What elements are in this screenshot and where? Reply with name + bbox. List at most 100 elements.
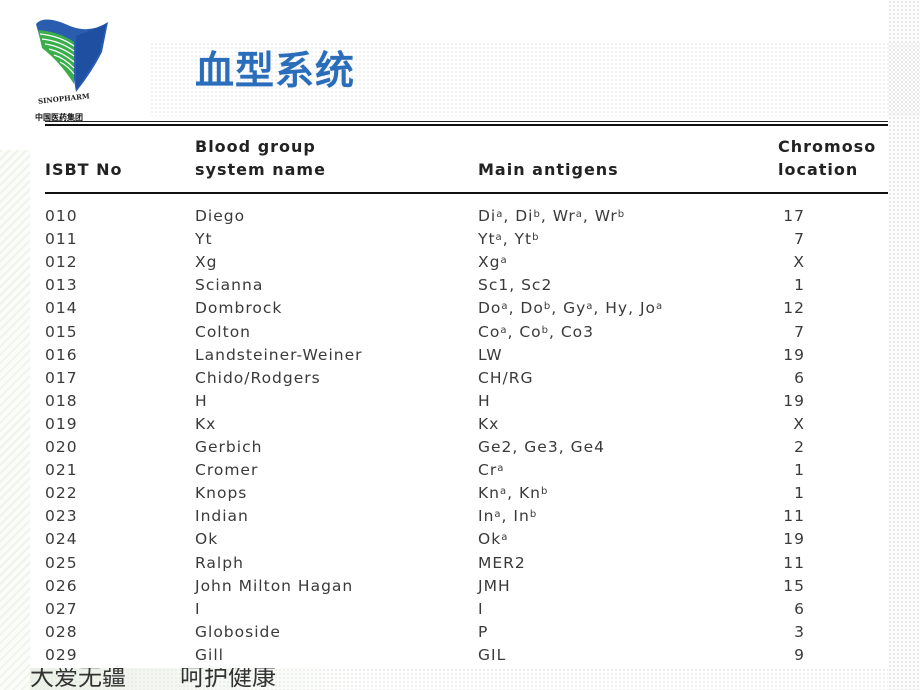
antigen-superscript: b [617, 209, 626, 220]
chromosome-location-cell: X [793, 253, 805, 272]
column-header-main-antigens: Main antigens [478, 160, 619, 179]
table-row: 028 Globoside P 3 [30, 621, 888, 644]
isbt-number-cell: 015 [45, 322, 78, 341]
antigen: LW [478, 345, 503, 364]
isbt-number-cell: 026 [45, 576, 78, 595]
antigen: Xg [478, 253, 501, 272]
antigen: Wr [552, 207, 576, 225]
system-name-cell: I [195, 599, 201, 618]
antigen: Yt [478, 230, 496, 249]
table-row: 016 Landsteiner-Weiner LW 19 [30, 344, 888, 367]
table-row: 014 Dombrock Doa, Dob, Gya, Hy, Joa 12 [30, 297, 888, 320]
antigen: Co [478, 322, 501, 341]
isbt-number-cell: 010 [45, 207, 78, 225]
table-row: 022 Knops Kna, Knb 1 [30, 482, 888, 505]
table-row: 017 Chido/Rodgers CH/RG 6 [30, 367, 888, 390]
main-antigens-cell: Dia, Dib, Wra, Wrb [478, 207, 626, 225]
antigen-superscript: a [500, 486, 508, 498]
table-row: 012 Xg Xga X [30, 251, 888, 274]
isbt-number-cell: 014 [45, 299, 78, 318]
isbt-number-cell: 016 [45, 345, 78, 364]
antigen-superscript: a [586, 301, 594, 313]
main-antigens-cell: P [478, 621, 488, 644]
antigen: CH/RG [478, 368, 534, 387]
isbt-number-cell: 012 [45, 253, 78, 272]
antigen: Sc1 [478, 276, 510, 295]
antigen: GIL [478, 645, 507, 664]
antigen: Ge4 [570, 438, 605, 456]
antigen: Jo [639, 299, 656, 318]
chromosome-location-cell: 19 [783, 345, 805, 364]
chromosome-location-cell: 1 [794, 276, 805, 295]
chromosome-location-cell: 11 [783, 553, 805, 572]
main-antigens-cell: Doa, Dob, Gya, Hy, Joa [478, 299, 664, 318]
antigen: P [478, 622, 489, 641]
table-row: 019 Kx Kx X [30, 413, 888, 436]
table-row: 024 Ok Oka 19 [30, 528, 888, 551]
chromosome-location-cell: 6 [794, 368, 805, 387]
system-name-cell: Indian [195, 507, 249, 526]
column-header-name-line1: Blood group [195, 137, 316, 156]
chromosome-location-cell: X [793, 414, 805, 433]
antigen: Gy [563, 299, 587, 318]
blood-group-table: ISBT No Blood group system name Main ant… [30, 122, 888, 668]
table-top-rule [45, 124, 888, 126]
column-header-name-line2: system name [195, 160, 326, 179]
antigen-superscript: a [495, 232, 503, 244]
antigen-superscript: a [501, 532, 509, 544]
isbt-number-cell: 011 [45, 230, 78, 249]
system-name-cell: John Milton Hagan [195, 576, 354, 595]
antigen-superscript: b [541, 324, 549, 336]
main-antigens-cell: LW [478, 344, 503, 367]
system-name-cell: Landsteiner-Weiner [195, 345, 363, 364]
isbt-number-cell: 020 [45, 438, 78, 456]
sinopharm-logo-icon [36, 19, 108, 93]
table-row: 013 Scianna Sc1, Sc2 1 [30, 274, 888, 297]
antigen: Di [478, 207, 497, 225]
system-name-cell: Knops [195, 484, 248, 503]
table-row: 015 Colton Coa, Cob, Co3 7 [30, 321, 888, 344]
footer-slogan-right: 呵护健康 [180, 668, 276, 690]
column-header-isbt-no: ISBT No [45, 160, 123, 179]
main-antigens-cell: MER2 [478, 552, 526, 575]
system-name-cell: Dombrock [195, 299, 283, 318]
main-antigens-cell: Yta, Ytb [478, 230, 540, 249]
system-name-cell: Xg [195, 253, 218, 272]
antigen-superscript: a [494, 509, 502, 521]
antigen: In [478, 507, 495, 526]
main-antigens-cell: CH/RG [478, 367, 533, 390]
system-name-cell: Ralph [195, 553, 244, 572]
main-antigens-cell: Cra [478, 459, 504, 482]
footer-slogan-left: 大爱无疆 [30, 668, 126, 690]
chromosome-location-cell: 3 [794, 622, 805, 641]
main-antigens-cell: GIL [478, 644, 506, 667]
antigen: Sc2 [521, 276, 553, 295]
isbt-number-cell: 017 [45, 368, 78, 387]
isbt-number-cell: 029 [45, 645, 78, 664]
antigen: MER2 [478, 553, 526, 572]
antigen: Co3 [560, 322, 595, 341]
antigen: Di [515, 207, 534, 225]
antigen: Ge3 [524, 438, 559, 456]
antigen: Wr [594, 207, 618, 225]
chromosome-location-cell: 19 [783, 530, 805, 549]
antigen: Yt [514, 230, 533, 249]
antigen-superscript: a [656, 301, 664, 313]
table-row: 021 Cromer Cra 1 [30, 459, 888, 482]
table-row: 011 Yt Yta, Ytb 7 [30, 228, 888, 251]
antigen: I [478, 599, 484, 618]
chromosome-location-cell: 9 [794, 645, 805, 664]
table-row: 026 John Milton Hagan JMH 15 [30, 575, 888, 598]
system-name-cell: Diego [195, 207, 246, 225]
antigen-superscript: a [496, 209, 504, 220]
antigen: Ok [478, 530, 502, 549]
main-antigens-cell: Sc1, Sc2 [478, 276, 553, 295]
antigen-superscript: a [575, 209, 583, 220]
column-header-chromosome-line1: Chromoso [778, 137, 877, 156]
isbt-number-cell: 024 [45, 530, 78, 549]
table-row: 010 Diego Dia, Dib, Wra, Wrb 17 [30, 205, 888, 228]
antigen: Do [520, 299, 544, 318]
chromosome-location-cell: 1 [794, 484, 805, 503]
antigen-superscript: a [500, 255, 508, 267]
chromosome-location-cell: 6 [794, 599, 805, 618]
